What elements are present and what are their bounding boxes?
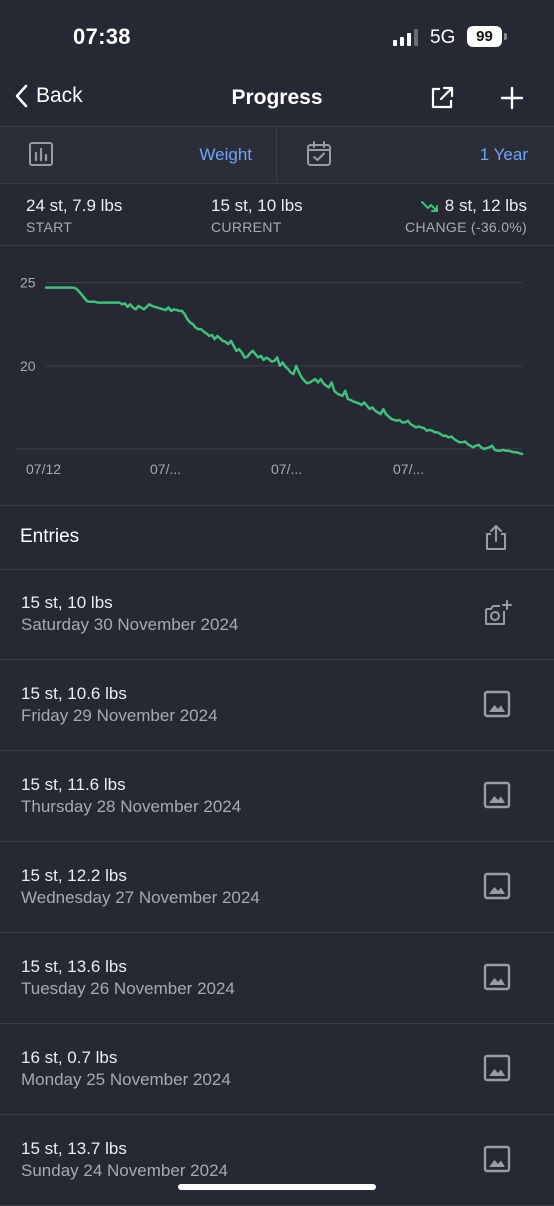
status-bar: 07:38 5G 99 [0, 0, 554, 70]
start-label: START [26, 219, 73, 235]
entry-weight: 15 st, 10.6 lbs [21, 684, 127, 703]
battery-tip [504, 33, 507, 40]
weight-series-line [44, 286, 524, 456]
entry-weight: 15 st, 10 lbs [21, 593, 113, 612]
start-value: 24 st, 7.9 lbs [26, 196, 123, 215]
entry-row[interactable]: 16 st, 0.7 lbs Monday 25 November 2024 [0, 1024, 554, 1115]
stat-start: 24 st, 7.9 lbs START [26, 196, 122, 235]
entry-date: Friday 29 November 2024 [21, 706, 218, 725]
trend-down-icon [420, 201, 438, 212]
plus-icon [500, 86, 524, 110]
entry-date: Tuesday 26 November 2024 [21, 979, 235, 998]
entry-date: Wednesday 27 November 2024 [21, 888, 260, 907]
share-button[interactable] [428, 84, 456, 117]
bar-chart-icon [29, 142, 53, 166]
entry-weight: 15 st, 12.2 lbs [21, 866, 127, 885]
calendar-check-icon [307, 141, 331, 166]
entry-date: Monday 25 November 2024 [21, 1070, 231, 1089]
divider [276, 127, 277, 183]
image-icon[interactable] [482, 780, 512, 815]
selector-row: Weight 1 Year [0, 126, 554, 184]
entries-header: Entries [0, 505, 554, 570]
y-tick-label: 20 [20, 358, 36, 374]
entry-row[interactable]: 15 st, 12.2 lbs Wednesday 27 November 202… [0, 842, 554, 933]
date-range-button[interactable] [305, 140, 333, 173]
entry-date: Thursday 28 November 2024 [21, 797, 242, 816]
entry-row[interactable]: 15 st, 10.6 lbs Friday 29 November 2024 [0, 660, 554, 751]
summary-stats: 24 st, 7.9 lbs START 15 st, 10 lbs CURRE… [0, 183, 554, 246]
chart-type-button[interactable] [28, 141, 54, 172]
x-tick-label: 07/... [271, 461, 302, 477]
entries-list: 15 st, 10 lbs Saturday 30 November 2024 15… [0, 569, 554, 1206]
signal-icon [393, 29, 418, 46]
x-tick-label: 07/12 [26, 461, 61, 477]
entry-weight: 15 st, 13.6 lbs [21, 957, 127, 976]
y-tick-label: 25 [20, 275, 36, 291]
stat-change: 8 st, 12 lbs CHANGE (-36.0%) [405, 196, 527, 235]
current-value: 15 st, 10 lbs [211, 196, 303, 215]
x-tick-label: 07/... [393, 461, 424, 477]
battery-level: 99 [476, 28, 493, 45]
current-label: CURRENT [211, 219, 282, 235]
range-selector[interactable]: 1 Year [480, 145, 528, 165]
add-entry-button[interactable] [498, 84, 526, 117]
entry-row[interactable]: 15 st, 11.6 lbs Thursday 28 November 2024 [0, 751, 554, 842]
image-icon[interactable] [482, 1144, 512, 1179]
nav-bar: Back Progress [0, 70, 554, 126]
network-type: 5G [430, 27, 456, 48]
entry-date: Sunday 24 November 2024 [21, 1161, 228, 1180]
change-value: 8 st, 12 lbs [444, 196, 527, 215]
entry-row[interactable]: 15 st, 13.6 lbs Tuesday 26 November 2024 [0, 933, 554, 1024]
weight-chart-svg: 25 20 07/12 07/... 07/... 07/... [16, 275, 524, 477]
page-title: Progress [231, 86, 323, 109]
stat-current: 15 st, 10 lbs CURRENT [211, 196, 303, 235]
entry-weight: 15 st, 13.7 lbs [21, 1139, 127, 1158]
battery-icon: 99 [467, 26, 502, 47]
entry-row[interactable]: 15 st, 13.7 lbs Sunday 24 November 2024 [0, 1115, 554, 1206]
entry-row[interactable]: 15 st, 10 lbs Saturday 30 November 2024 [0, 569, 554, 660]
share-export-icon [486, 525, 506, 550]
add-photo-icon[interactable] [482, 598, 514, 635]
entry-weight: 15 st, 11.6 lbs [21, 775, 126, 794]
home-indicator[interactable] [178, 1184, 376, 1190]
metric-selector[interactable]: Weight [199, 145, 252, 165]
image-icon[interactable] [482, 1053, 512, 1088]
image-icon[interactable] [482, 962, 512, 997]
external-share-icon [431, 86, 454, 109]
weight-chart[interactable]: 25 20 07/12 07/... 07/... 07/... [0, 246, 554, 504]
x-tick-label: 07/... [150, 461, 181, 477]
export-button[interactable] [481, 523, 511, 558]
status-time: 07:38 [73, 24, 131, 49]
entry-date: Saturday 30 November 2024 [21, 615, 239, 634]
image-icon[interactable] [482, 689, 512, 724]
entry-weight: 16 st, 0.7 lbs [21, 1048, 118, 1067]
image-icon[interactable] [482, 871, 512, 906]
entries-title: Entries [20, 526, 80, 547]
change-label: CHANGE (-36.0%) [405, 219, 527, 235]
